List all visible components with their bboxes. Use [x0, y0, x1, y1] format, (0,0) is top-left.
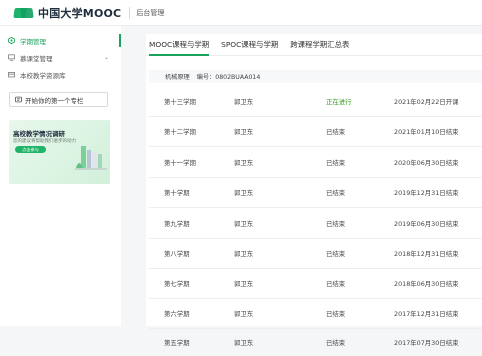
- term-name: 第八学期: [164, 250, 190, 258]
- tab-label: MOOC课程与学期: [149, 39, 210, 49]
- survey-banner[interactable]: 高校教学情况调研 您的建议将帮助我们进步的动力 点击参与: [9, 120, 110, 184]
- tab-label: SPOC课程与学期: [221, 39, 279, 49]
- tab-label: 跨课程学期汇总表: [290, 39, 350, 49]
- monitor-icon: [8, 54, 15, 61]
- term-name: 第五学期: [164, 338, 190, 347]
- teacher-name: 郭卫东: [234, 280, 254, 288]
- mooc-logo-icon: [13, 7, 34, 19]
- term-name: 第十学期: [164, 189, 190, 197]
- term-status: 已结束: [326, 159, 346, 167]
- teacher-name: 郭卫东: [234, 310, 254, 318]
- term-date: 2019年12月31日结束: [394, 189, 459, 197]
- banner-subtitle: 您的建议将帮助我们进步的动力: [13, 139, 76, 144]
- teacher-name: 郭卫东: [234, 98, 254, 106]
- sidebar: 学期管理 慕课堂管理 ⌄ 本校教学资源库 开始你的第一个专栏 高校教学情况调研 …: [0, 26, 121, 326]
- start-column-button[interactable]: 开始你的第一个专栏: [9, 92, 108, 107]
- tab-mooc-terms[interactable]: MOOC课程与学期: [149, 33, 210, 56]
- table-row[interactable]: 第十二学期 郭卫东 已结束 2021年01月10日结束: [149, 116, 482, 147]
- logo-text: 中国大学MOOC: [38, 6, 122, 20]
- term-date: 2018年06月30日结束: [394, 280, 459, 288]
- term-date: 2020年06月30日结束: [394, 159, 459, 167]
- logo[interactable]: 中国大学MOOC: [13, 5, 122, 21]
- sidebar-item-classroom-management[interactable]: 慕课堂管理 ⌄: [0, 49, 121, 66]
- term-name: 第十三学期: [164, 98, 196, 106]
- term-status: 已结束: [326, 338, 346, 347]
- table-row[interactable]: 第十三学期 郭卫东 正在进行 2021年02月22日开课: [149, 86, 482, 117]
- teacher-name: 郭卫东: [234, 159, 254, 167]
- table-row[interactable]: 第六学期 郭卫东 已结束 2017年12月31日结束: [149, 298, 482, 329]
- term-status: 已结束: [326, 250, 346, 258]
- term-name: 第六学期: [164, 310, 190, 318]
- term-status: 已结束: [326, 280, 346, 288]
- course-header: 机械原理 编号：0802BUAA014: [149, 70, 482, 83]
- tab-spoc-terms[interactable]: SPOC课程与学期: [221, 33, 278, 55]
- term-name: 第十一学期: [164, 159, 196, 167]
- sidebar-item-label: 学期管理: [20, 37, 46, 46]
- sidebar-item-label: 慕课堂管理: [20, 54, 53, 63]
- teacher-name: 郭卫东: [234, 189, 254, 197]
- main-panel: MOOC课程与学期 SPOC课程与学期 跨课程学期汇总表 机械原理 编号：080…: [146, 34, 482, 347]
- page-subtitle: 后台管理: [136, 8, 165, 17]
- tab-bar: MOOC课程与学期 SPOC课程与学期 跨课程学期汇总表: [146, 34, 482, 56]
- tab-cross-course-summary[interactable]: 跨课程学期汇总表: [290, 33, 349, 55]
- teacher-name: 郭卫东: [234, 250, 254, 258]
- hexagon-icon: [8, 37, 15, 44]
- term-status: 已结束: [326, 310, 346, 318]
- column-icon: [15, 96, 22, 103]
- sidebar-item-resource-library[interactable]: 本校教学资源库: [0, 66, 121, 83]
- term-date: 2019年06月30日结束: [394, 220, 459, 228]
- teacher-name: 郭卫东: [234, 220, 254, 228]
- library-icon: [8, 71, 15, 78]
- table-row[interactable]: 第五学期 郭卫东 已结束 2017年07月30日结束: [149, 328, 482, 356]
- term-date: 2021年02月22日开课: [394, 98, 459, 106]
- teacher-name: 郭卫东: [234, 338, 254, 347]
- table-row[interactable]: 第八学期 郭卫东 已结束 2018年12月31日结束: [149, 238, 482, 269]
- term-status: 已结束: [326, 189, 346, 197]
- term-status: 已结束: [326, 220, 346, 228]
- chevron-down-icon: ⌄: [103, 54, 109, 61]
- term-name: 第七学期: [164, 280, 190, 288]
- top-bar: 中国大学MOOC 后台管理: [0, 0, 482, 26]
- term-name: 第九学期: [164, 220, 190, 228]
- divider: [129, 6, 131, 19]
- table-row[interactable]: 第七学期 郭卫东 已结束 2018年06月30日结束: [149, 268, 482, 299]
- term-date: 2017年07月30日结束: [394, 338, 459, 347]
- table-row[interactable]: 第十学期 郭卫东 已结束 2019年12月31日结束: [149, 177, 482, 208]
- teacher-name: 郭卫东: [234, 128, 254, 136]
- sidebar-item-label: 本校教学资源库: [20, 71, 66, 80]
- table-row[interactable]: 第九学期 郭卫东 已结束 2019年06月30日结束: [149, 208, 482, 239]
- banner-join-button[interactable]: 点击参与: [15, 146, 46, 153]
- sidebar-item-term-management[interactable]: 学期管理: [0, 32, 121, 49]
- term-date: 2018年12月31日结束: [394, 250, 459, 258]
- start-column-label: 开始你的第一个专栏: [25, 96, 84, 105]
- books-illustration-icon: [75, 146, 107, 170]
- table-row[interactable]: 第十一学期 郭卫东 已结束 2020年06月30日结束: [149, 147, 482, 178]
- term-name: 第十二学期: [164, 128, 196, 136]
- term-date: 2021年01月10日结束: [394, 128, 459, 136]
- term-date: 2017年12月31日结束: [394, 310, 459, 318]
- term-status: 已结束: [326, 128, 346, 136]
- banner-title: 高校教学情况调研: [13, 130, 65, 138]
- term-status: 正在进行: [326, 98, 352, 106]
- course-name: 机械原理: [165, 74, 190, 81]
- course-code: 编号：0802BUAA014: [196, 74, 261, 81]
